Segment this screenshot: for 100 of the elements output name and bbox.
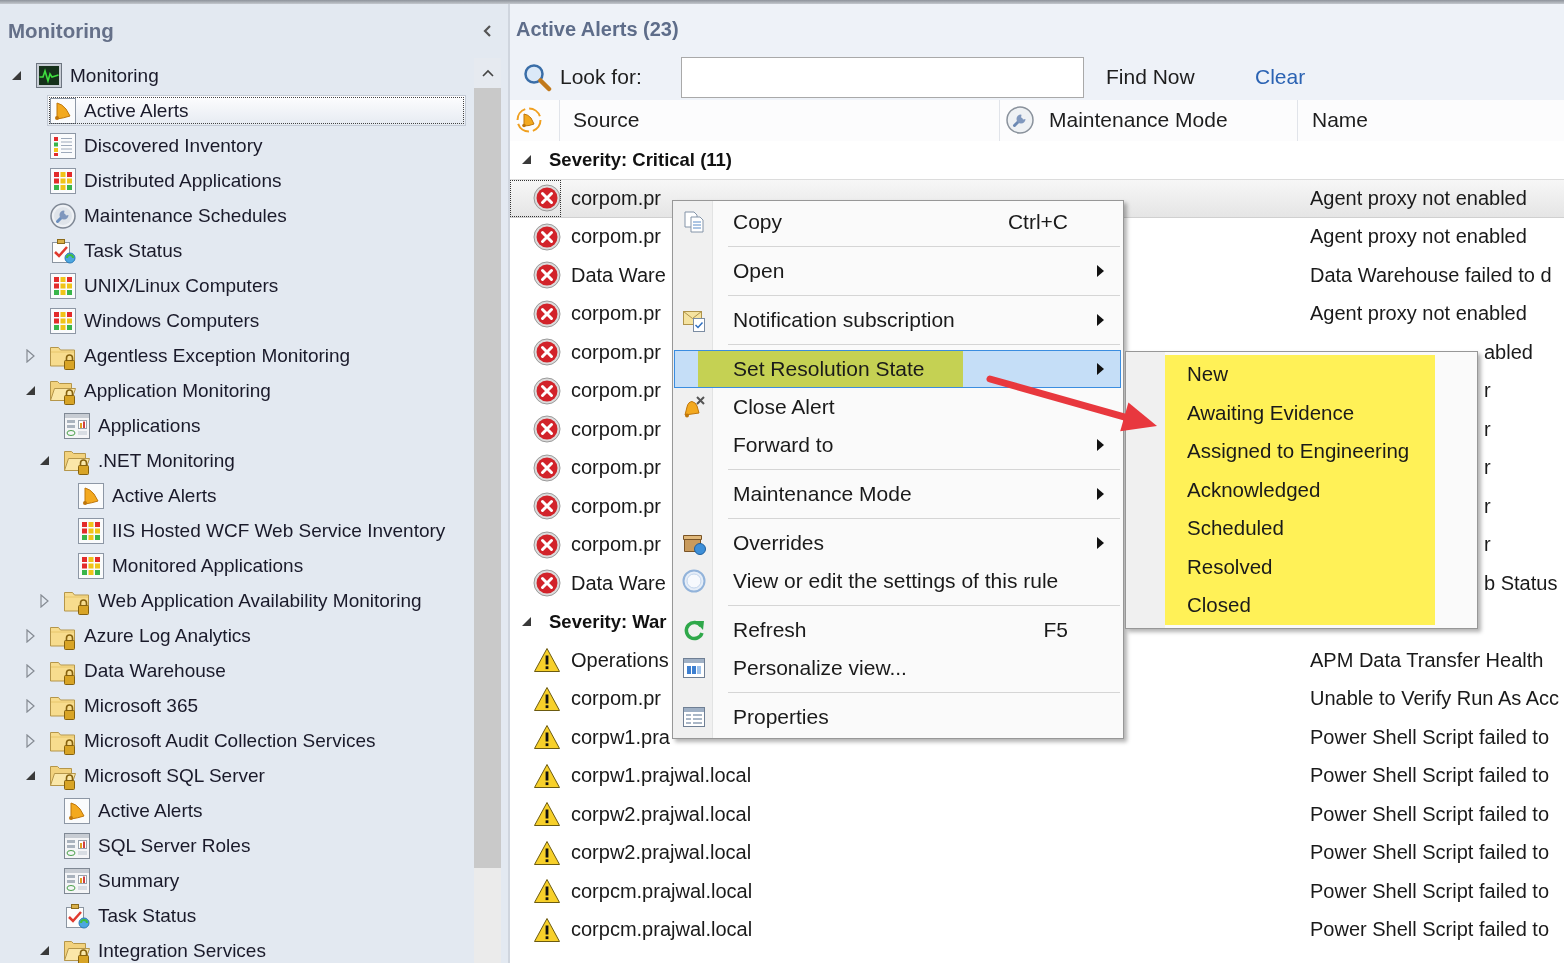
tree-item[interactable]: Distributed Applications — [47, 165, 285, 196]
tree-item[interactable]: Data Warehouse — [47, 655, 229, 686]
menu-item[interactable]: Overrides — [674, 524, 1121, 562]
tree-item[interactable]: Agentless Exception Monitoring — [47, 340, 354, 371]
expanded-caret-icon[interactable] — [40, 456, 49, 465]
tree-item[interactable]: Maintenance Schedules — [47, 200, 290, 231]
error-icon — [533, 222, 561, 251]
collapsed-caret-icon[interactable] — [26, 348, 35, 363]
clipboard-check-icon — [64, 902, 90, 929]
source-cell: corpom.pr — [571, 186, 662, 209]
column-header[interactable]: Maintenance Mode — [1000, 100, 1298, 141]
menu-item[interactable]: Forward to — [674, 426, 1121, 464]
source-cell: corpcm.prajwal.local — [571, 918, 753, 941]
tree-item[interactable]: Application Monitoring — [47, 375, 274, 406]
menu-item[interactable]: Refresh F5 — [674, 611, 1121, 649]
bell-cross-icon — [682, 395, 706, 419]
group-header: Severity: War — [549, 610, 667, 633]
alert-name-cell: APM Data Transfer Health — [1310, 648, 1544, 671]
expanded-caret-icon[interactable] — [40, 946, 49, 955]
tree-item[interactable]: Active Alerts — [61, 795, 206, 826]
menu-item[interactable]: Close Alert — [674, 388, 1121, 426]
menu-item[interactable]: Notification subscription — [674, 301, 1121, 339]
submenu-item[interactable]: Resolved — [1165, 547, 1435, 586]
warning-icon — [533, 762, 561, 789]
expanded-caret-icon[interactable] — [522, 617, 531, 627]
error-icon — [533, 415, 561, 444]
group-header: Severity: Critical (11) — [549, 148, 733, 171]
source-cell: corpom.pr — [571, 379, 662, 402]
tree-item[interactable]: Discovered Inventory — [47, 130, 266, 161]
error-icon — [533, 492, 561, 521]
source-cell: corpw2.prajwal.local — [571, 841, 752, 864]
window-list-icon — [682, 705, 706, 729]
collapsed-caret-icon[interactable] — [26, 698, 35, 713]
submenu-item[interactable]: Closed — [1165, 586, 1435, 625]
envelope-icon — [682, 308, 706, 332]
clipboard-check-icon — [50, 237, 76, 264]
expanded-caret-icon[interactable] — [26, 386, 35, 395]
alert-name-cell: r — [1484, 417, 1491, 440]
collapsed-caret-icon[interactable] — [26, 628, 35, 643]
tree-item[interactable]: Microsoft SQL Server — [47, 760, 268, 791]
alert-name-cell: Power Shell Script failed to — [1310, 764, 1549, 787]
tree-item[interactable]: Active Alerts — [47, 95, 466, 126]
source-cell: corpom.pr — [571, 533, 662, 556]
menu-item[interactable]: Open — [674, 252, 1121, 290]
tree-item[interactable]: Integration Services — [61, 935, 269, 963]
wrench-icon — [50, 202, 76, 229]
tree-item[interactable]: Applications — [61, 410, 204, 441]
tree-item[interactable]: Monitored Applications — [75, 550, 307, 581]
submenu-item[interactable]: Acknowledged — [1165, 470, 1435, 509]
tree-item[interactable]: Active Alerts — [75, 480, 220, 511]
tree-item[interactable]: Summary — [61, 865, 183, 896]
menu-item[interactable]: Personalize view... — [674, 649, 1121, 687]
column-header[interactable]: Source — [560, 100, 1000, 141]
tree-item[interactable]: UNIX/Linux Computers — [47, 270, 282, 301]
alert-name-cell: Power Shell Script failed to — [1310, 841, 1549, 864]
collapsed-caret-icon[interactable] — [40, 593, 49, 608]
tree-item[interactable]: Web Application Availability Monitoring — [61, 585, 425, 616]
window-columns-icon — [682, 656, 706, 680]
tree-item[interactable]: Monitoring — [33, 60, 162, 91]
column-header[interactable]: Name — [1298, 100, 1564, 141]
expanded-caret-icon[interactable] — [12, 71, 21, 80]
search-field[interactable] — [681, 56, 1084, 98]
collapsed-caret-icon[interactable] — [26, 663, 35, 678]
alert-name-cell: Unable to Verify Run As Acc — [1310, 687, 1560, 710]
source-cell: corpom.pr — [571, 225, 662, 248]
tree-item[interactable]: Azure Log Analytics — [47, 620, 254, 651]
tree-item[interactable]: Windows Computers — [47, 305, 263, 336]
search-label: Look for: — [560, 65, 642, 88]
expanded-caret-icon[interactable] — [26, 771, 35, 780]
bell-icon — [516, 107, 542, 134]
submenu-item[interactable]: Assigned to Engineering — [1165, 432, 1435, 471]
expanded-caret-icon[interactable] — [522, 155, 531, 165]
menu-item[interactable]: View or edit the settings of this rule — [674, 562, 1121, 600]
tree-item[interactable]: Task Status — [61, 900, 200, 931]
circle-icon — [682, 569, 706, 593]
tree-item[interactable]: Task Status — [47, 235, 186, 266]
menu-item[interactable]: Properties — [674, 698, 1121, 736]
alert-name-cell: Power Shell Script failed to — [1310, 918, 1549, 941]
alert-name-cell: Power Shell Script failed to — [1310, 725, 1549, 748]
menu-item[interactable]: Maintenance Mode — [674, 475, 1121, 513]
submenu-item[interactable]: Scheduled — [1165, 509, 1435, 548]
submenu-item[interactable]: Awaiting Evidence — [1165, 393, 1435, 432]
submenu-item[interactable]: New — [1165, 355, 1435, 394]
collapsed-caret-icon[interactable] — [26, 733, 35, 748]
tree-item[interactable]: Microsoft 365 — [47, 690, 202, 721]
tree-item[interactable]: SQL Server Roles — [61, 830, 254, 861]
status-grid-icon — [78, 517, 104, 544]
tree-item[interactable]: .NET Monitoring — [61, 445, 238, 476]
status-grid-icon — [50, 167, 76, 194]
warning-icon — [533, 685, 561, 712]
tree-item[interactable]: Microsoft Audit Collection Services — [47, 725, 379, 756]
clear-link[interactable]: Clear — [1255, 65, 1306, 89]
find-now-button[interactable]: Find Now — [1106, 65, 1195, 89]
source-cell: corpw2.prajwal.local — [571, 802, 752, 825]
menu-item[interactable]: Set Resolution State — [674, 350, 1121, 388]
error-icon — [533, 299, 561, 328]
tree-item[interactable]: IIS Hosted WCF Web Service Inventory — [75, 515, 449, 546]
bell-icon — [50, 97, 76, 124]
chevron-left-icon[interactable] — [483, 25, 491, 37]
alert-name-cell: r — [1484, 456, 1491, 479]
